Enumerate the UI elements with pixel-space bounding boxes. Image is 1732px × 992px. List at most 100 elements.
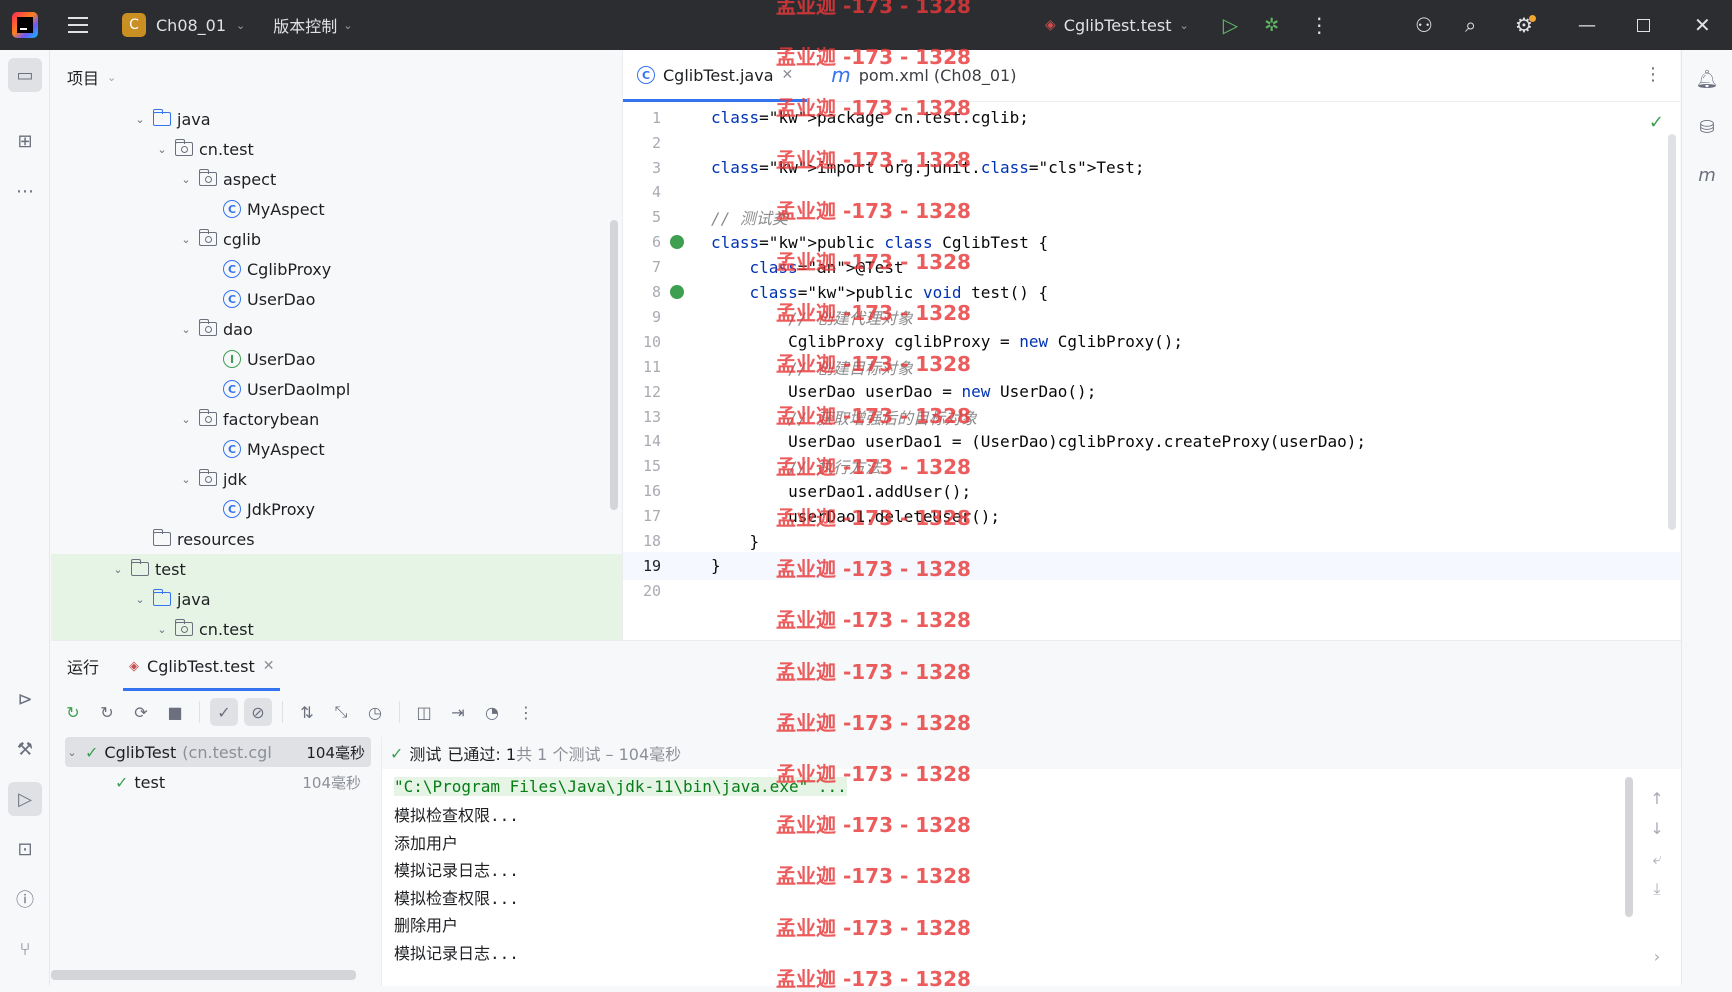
line-number[interactable]: 16 — [623, 482, 661, 500]
close-button[interactable]: ✕ — [1694, 0, 1711, 50]
snapshot-icon[interactable]: ◫ — [410, 698, 438, 726]
code-line[interactable]: 13 // 获取增强后的目标对象 — [623, 403, 1680, 431]
code-line[interactable]: 6 class="kw">public class CglibTest { — [623, 229, 1680, 257]
run-tab-cglibtest[interactable]: ◈ CglibTest.test ✕ — [122, 641, 281, 691]
sort-icon[interactable]: ⇅ — [293, 698, 321, 726]
chevron-down-icon[interactable]: ⌄ — [155, 623, 169, 636]
tree-horizontal-scrollbar[interactable] — [51, 970, 356, 980]
console-scrollbar[interactable] — [1625, 777, 1633, 917]
run-icon[interactable]: ▷ — [1223, 13, 1238, 37]
line-number[interactable]: 12 — [623, 383, 661, 401]
code-line[interactable]: 9 // 创建代理对象 — [623, 303, 1680, 331]
add-user-icon[interactable]: ⚇ — [1415, 0, 1433, 50]
line-number[interactable]: 11 — [623, 358, 661, 376]
tree-item[interactable]: ⌄ aspect — [51, 164, 622, 194]
code-line[interactable]: 2 — [623, 129, 1680, 157]
database-icon[interactable]: ⛁ — [1692, 112, 1722, 142]
settings-icon[interactable]: ⚙ — [1515, 0, 1536, 50]
maven-tool-icon[interactable]: m — [1692, 160, 1722, 190]
tab-cglibtest-java[interactable]: C CglibTest.java ✕ — [623, 49, 808, 102]
build-hammer-icon[interactable]: ⚒ — [8, 732, 42, 766]
line-number[interactable]: 5 — [623, 208, 661, 226]
code-line[interactable]: 18 } — [623, 527, 1680, 555]
line-number[interactable]: 8 — [623, 283, 661, 301]
tree-item[interactable]: C CglibProxy — [51, 254, 622, 284]
tree-item[interactable]: C MyAspect — [51, 434, 622, 464]
tree-item[interactable]: ⌄ dao — [51, 314, 622, 344]
chevron-down-icon[interactable]: ⌄ — [133, 113, 147, 126]
structure-icon[interactable]: ⊞ — [8, 124, 42, 158]
show-passed-icon[interactable]: ✓ — [210, 698, 238, 726]
collapse-icon[interactable]: ⤡ — [327, 698, 355, 726]
more-actions-icon[interactable]: ⋮ — [1309, 13, 1329, 37]
project-panel-header[interactable]: 项目 ⌄ — [51, 50, 622, 104]
line-number[interactable]: 15 — [623, 457, 661, 475]
line-number[interactable]: 19 — [623, 557, 661, 575]
chevron-down-icon[interactable]: ⌄ — [1179, 19, 1188, 32]
tree-item[interactable]: resources — [51, 524, 622, 554]
code-line[interactable]: 10 CglibProxy cglibProxy = new CglibProx… — [623, 328, 1680, 356]
code-line[interactable]: 14 UserDao userDao1 = (UserDao)cglibProx… — [623, 428, 1680, 456]
more-tools-icon[interactable]: ⋯ — [8, 174, 42, 208]
tree-item[interactable]: ⌄ java — [51, 104, 622, 134]
chevron-down-icon[interactable]: ⌄ — [179, 413, 193, 426]
minimize-button[interactable]: — — [1578, 0, 1596, 50]
tree-item[interactable]: C UserDao — [51, 284, 622, 314]
main-menu-icon[interactable] — [68, 17, 88, 33]
code-line[interactable]: 8 class="kw">public void test() { — [623, 278, 1680, 306]
notifications-icon[interactable]: 🔔︎ — [1692, 64, 1722, 94]
code-line[interactable]: 15 // 执行方法 — [623, 453, 1680, 481]
project-switcher[interactable]: C Ch08_01 ⌄ — [122, 13, 245, 37]
line-number[interactable]: 20 — [623, 582, 661, 600]
code-line[interactable]: 4 — [623, 179, 1680, 207]
code-line[interactable]: 1 class="kw">package cn.test.cglib; — [623, 104, 1680, 132]
chevron-down-icon[interactable]: ⌄ — [155, 143, 169, 156]
chevron-down-icon[interactable]: ⌄ — [133, 593, 147, 606]
close-icon[interactable]: ✕ — [782, 67, 794, 83]
chevron-down-icon[interactable]: ⌄ — [65, 746, 79, 759]
code-line[interactable]: 5 // 测试类 — [623, 204, 1680, 232]
gutter[interactable] — [661, 285, 693, 300]
line-number[interactable]: 4 — [623, 183, 661, 201]
tree-item[interactable]: C UserDaoImpl — [51, 374, 622, 404]
run-test-gutter-icon[interactable] — [670, 235, 684, 250]
project-scrollbar[interactable] — [610, 220, 618, 510]
tree-item[interactable]: I UserDao — [51, 344, 622, 374]
line-number[interactable]: 10 — [623, 333, 661, 351]
tree-item[interactable]: ⌄ jdk — [51, 464, 622, 494]
editor-scrollbar[interactable] — [1668, 134, 1676, 530]
tree-item[interactable]: C JdkProxy — [51, 494, 622, 524]
tree-item[interactable]: ⌄ cn.test — [51, 134, 622, 164]
chevron-right-icon[interactable]: › — [1645, 947, 1669, 966]
code-line[interactable]: 12 UserDao userDao = new UserDao(); — [623, 378, 1680, 406]
no-problems-check-icon[interactable]: ✓ — [1649, 112, 1664, 133]
code-line[interactable]: 17 userDao1.deleteUser(); — [623, 502, 1680, 530]
code-line[interactable]: 16 userDao1.addUser(); — [623, 478, 1680, 506]
services-icon[interactable]: ⊳ — [8, 682, 42, 716]
close-icon[interactable]: ✕ — [263, 658, 275, 674]
rerun-failed-icon[interactable]: ↻ — [93, 698, 121, 726]
tree-item[interactable]: C MyAspect — [51, 194, 622, 224]
tree-item[interactable]: ⌄ test — [51, 554, 622, 584]
line-number[interactable]: 7 — [623, 258, 661, 276]
rerun-icon[interactable]: ↻ — [59, 698, 87, 726]
test-suite-row[interactable]: ⌄ ✓ CglibTest (cn.test.cglib 104毫秒 — [65, 737, 371, 767]
coverage-icon[interactable]: ◔ — [478, 698, 506, 726]
chevron-down-icon[interactable]: ⌄ — [179, 233, 193, 246]
tree-item[interactable]: ⌄ java — [51, 584, 622, 614]
run-test-gutter-icon[interactable] — [670, 285, 684, 300]
problems-icon[interactable]: ⓘ — [8, 882, 42, 916]
soft-wrap-icon[interactable]: ⤶ — [1645, 849, 1669, 869]
line-number[interactable]: 9 — [623, 308, 661, 326]
run-panel-icon[interactable]: ▷ — [8, 782, 42, 816]
intellij-logo-icon[interactable] — [12, 12, 38, 38]
line-number[interactable]: 13 — [623, 408, 661, 426]
tab-more-icon[interactable]: ⋮ — [1644, 64, 1662, 85]
line-number[interactable]: 3 — [623, 159, 661, 177]
code-line[interactable]: 3 class="kw">import org.junit.class="cls"… — [623, 154, 1680, 182]
code-area[interactable]: 1 class="kw">package cn.test.cglib; 2 3 clas… — [623, 102, 1680, 640]
tree-item[interactable]: ⌄ factorybean — [51, 404, 622, 434]
history-icon[interactable]: ◷ — [361, 698, 389, 726]
line-number[interactable]: 14 — [623, 432, 661, 450]
show-ignored-icon[interactable]: ⊘ — [244, 698, 272, 726]
